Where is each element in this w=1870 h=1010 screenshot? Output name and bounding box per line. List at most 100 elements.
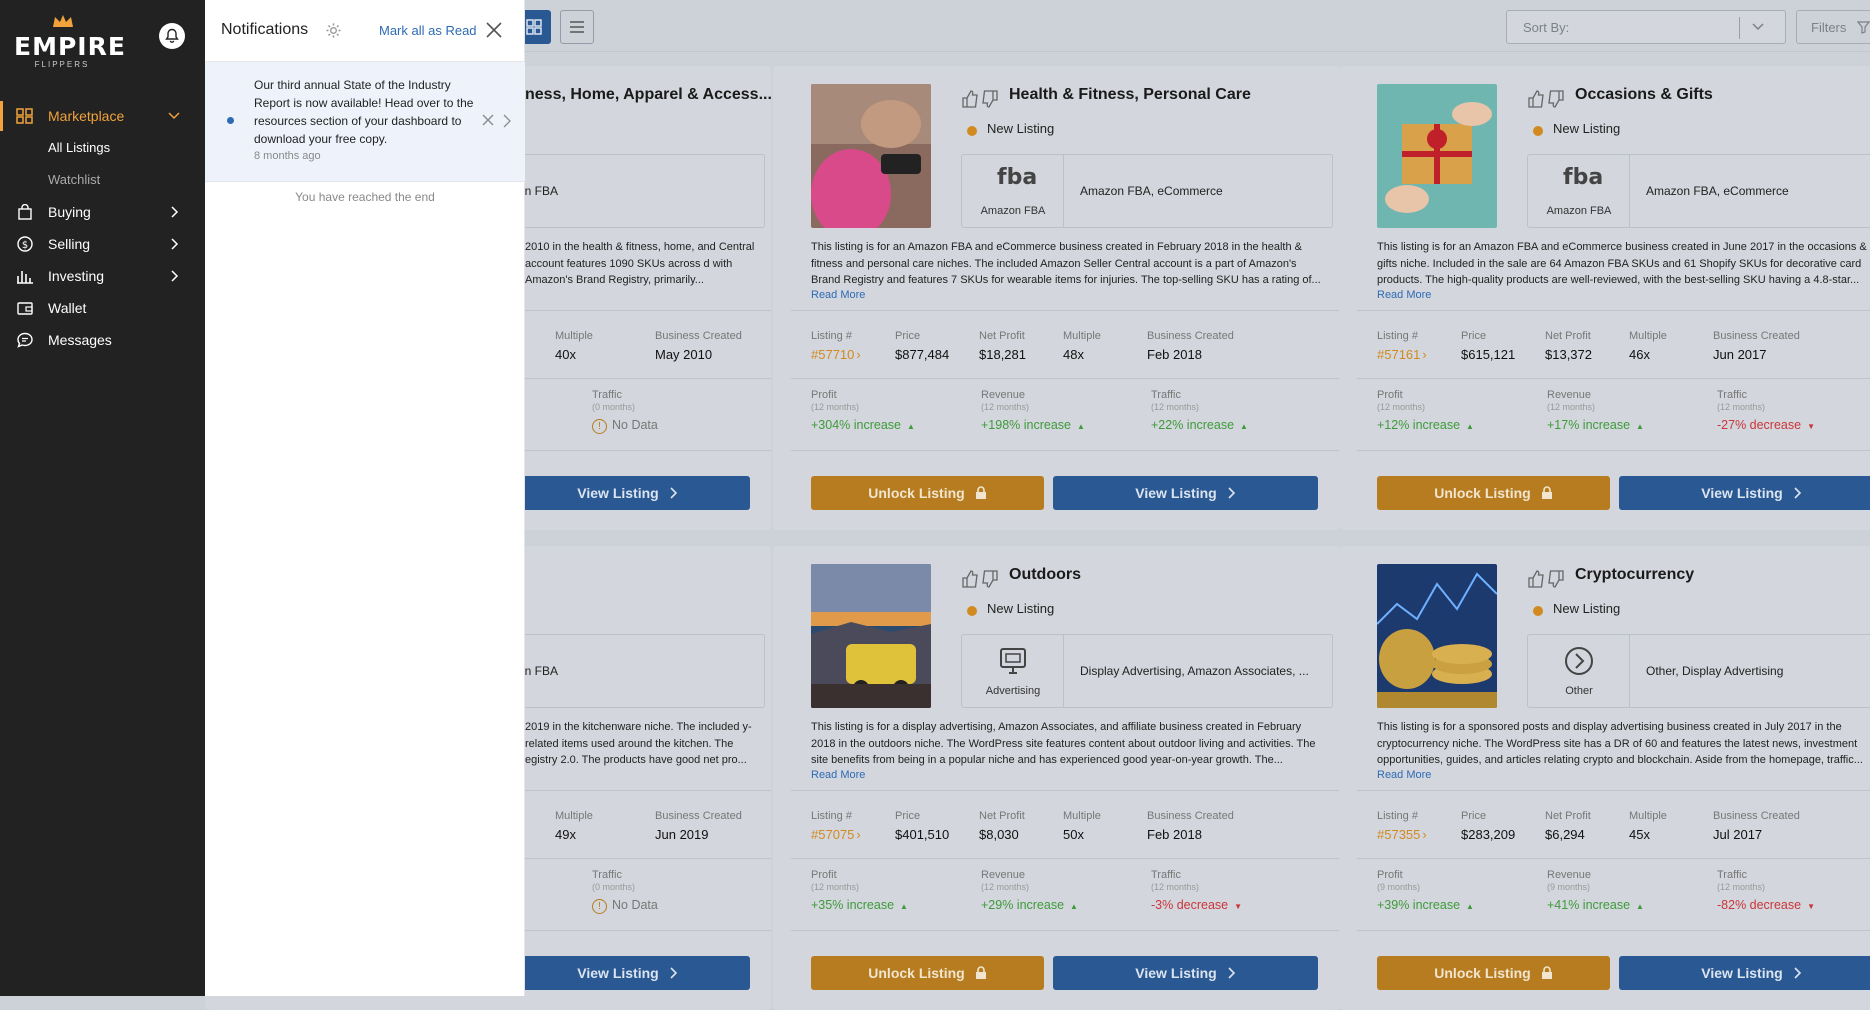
listing-card[interactable]: Cryptocurrency New Listing Other Other, Dis… bbox=[1339, 546, 1870, 1010]
growth-stat: Revenue (12 months) +29% increase ▲ bbox=[981, 869, 1078, 912]
notifications-bell-button[interactable] bbox=[159, 23, 185, 49]
monetization-icon-box: Other bbox=[1528, 635, 1630, 707]
nav-messages[interactable]: Messages bbox=[0, 325, 205, 355]
view-listing-button[interactable]: View Listing bbox=[505, 476, 750, 510]
growth-label: Revenue bbox=[981, 869, 1026, 881]
nav-watchlist[interactable]: Watchlist bbox=[48, 172, 100, 187]
dismiss-icon[interactable] bbox=[482, 114, 494, 126]
read-more-link[interactable]: Read More bbox=[1377, 769, 1431, 781]
listing-thumbnail[interactable] bbox=[1377, 84, 1497, 228]
listing-title[interactable]: Cryptocurrency bbox=[1575, 566, 1694, 584]
nav-all-listings[interactable]: All Listings bbox=[48, 140, 110, 155]
growth-period: (12 months) bbox=[1377, 402, 1426, 412]
growth-value-text: -3% decrease bbox=[1151, 898, 1229, 912]
increase-arrow-icon: ▲ bbox=[1070, 902, 1078, 911]
monetization-box: fba Amazon FBA Amazon FBA, eCommerce bbox=[961, 154, 1333, 228]
listing-description: This listing is for an Amazon FBA and eC… bbox=[811, 241, 1321, 287]
listing-stat: Multiple 40x bbox=[555, 330, 593, 362]
growth-value: +22% increase ▲ bbox=[1151, 418, 1248, 432]
filters-button[interactable]: Filters bbox=[1796, 10, 1870, 44]
list-view-button[interactable] bbox=[560, 10, 594, 44]
stat-value[interactable]: #57075 › bbox=[811, 827, 861, 842]
sort-select[interactable]: Sort By: bbox=[1506, 10, 1786, 44]
unlock-listing-button[interactable]: Unlock Listing bbox=[1377, 476, 1610, 510]
nav-investing-label: Investing bbox=[48, 268, 105, 284]
listing-title[interactable]: ness, Home, Apparel & Access... bbox=[525, 86, 771, 104]
growth-value-text: No Data bbox=[612, 898, 658, 912]
unlock-listing-button[interactable]: Unlock Listing bbox=[811, 476, 1044, 510]
stat-label: Price bbox=[1461, 810, 1487, 822]
monetization-icon-box: fba Amazon FBA bbox=[1528, 155, 1630, 227]
growth-value-text: +17% increase bbox=[1547, 418, 1631, 432]
view-listing-button[interactable]: View Listing bbox=[1053, 956, 1318, 990]
unlock-listing-button[interactable]: Unlock Listing bbox=[811, 956, 1044, 990]
notification-item[interactable]: Our third annual State of the Industry R… bbox=[205, 62, 525, 182]
gear-icon[interactable] bbox=[325, 22, 342, 39]
nav-wallet[interactable]: Wallet bbox=[0, 293, 205, 323]
read-more-link[interactable]: Read More bbox=[1377, 289, 1431, 301]
chevron-right-icon bbox=[1794, 487, 1801, 499]
stat-value-text: $615,121 bbox=[1461, 347, 1516, 362]
listing-thumbnail[interactable] bbox=[1377, 564, 1497, 708]
chevron-right-icon: › bbox=[1422, 827, 1427, 842]
chevron-right-icon bbox=[171, 238, 179, 250]
monetization-text: Amazon FBA, eCommerce bbox=[1080, 184, 1223, 198]
stat-label: Business Created bbox=[655, 810, 742, 822]
stat-value: $8,030 bbox=[979, 827, 1025, 842]
divider bbox=[1357, 790, 1870, 791]
listing-title[interactable]: Health & Fitness, Personal Care bbox=[1009, 86, 1251, 104]
listing-card[interactable]: Health & Fitness, Personal Care New Listi… bbox=[773, 66, 1339, 530]
stat-value-text: $283,209 bbox=[1461, 827, 1516, 842]
listing-thumbnail[interactable] bbox=[811, 564, 931, 708]
empire-flippers-logo[interactable]: EMPIRE FLIPPERS bbox=[14, 14, 125, 70]
view-listing-button[interactable]: View Listing bbox=[1053, 476, 1318, 510]
view-listing-button[interactable]: View Listing bbox=[1619, 476, 1870, 510]
thumbs-up-down-icon[interactable] bbox=[961, 570, 1001, 588]
view-listing-button[interactable]: View Listing bbox=[505, 956, 750, 990]
stat-value[interactable]: #57355 › bbox=[1377, 827, 1427, 842]
thumbs-up-down-icon[interactable] bbox=[1527, 570, 1567, 588]
listing-title[interactable]: Outdoors bbox=[1009, 566, 1081, 584]
listing-card[interactable]: Occasions & Gifts New Listing fba Amazon FB… bbox=[1339, 66, 1870, 530]
monetization-icon-label: Amazon FBA bbox=[1546, 205, 1612, 217]
increase-arrow-icon: ▲ bbox=[1077, 422, 1085, 431]
growth-value: +198% increase ▲ bbox=[981, 418, 1085, 432]
listing-stat: Price $283,209 bbox=[1461, 810, 1515, 842]
thumbs-up-down-icon[interactable] bbox=[1527, 90, 1567, 108]
growth-value: +35% increase ▲ bbox=[811, 898, 908, 912]
listing-stat: Business Created Jul 2017 bbox=[1713, 810, 1800, 842]
stat-value-text: 50x bbox=[1063, 827, 1084, 842]
stat-value[interactable]: #57710 › bbox=[811, 347, 861, 362]
mark-all-read-link[interactable]: Mark all as Read bbox=[379, 23, 477, 38]
divider bbox=[791, 378, 1339, 379]
stat-value-text: $8,030 bbox=[979, 827, 1019, 842]
growth-value: +17% increase ▲ bbox=[1547, 418, 1644, 432]
read-more-link[interactable]: Read More bbox=[811, 769, 865, 781]
growth-period: (0 months) bbox=[592, 882, 636, 892]
growth-value: ! No Data bbox=[592, 418, 658, 434]
lock-icon bbox=[1541, 486, 1552, 499]
read-more-link[interactable]: Read More bbox=[811, 289, 865, 301]
growth-stat: Revenue (12 months) +198% increase ▲ bbox=[981, 389, 1085, 432]
nav-selling[interactable]: $ Selling bbox=[0, 229, 205, 259]
listing-thumbnail[interactable] bbox=[811, 84, 931, 228]
listing-title[interactable]: Occasions & Gifts bbox=[1575, 86, 1713, 104]
thumbs-up-down-icon[interactable] bbox=[961, 90, 1001, 108]
notifications-title: Notifications bbox=[221, 21, 309, 38]
stat-label: Business Created bbox=[1713, 810, 1800, 822]
growth-value-text: +12% increase bbox=[1377, 418, 1461, 432]
nav-marketplace[interactable]: Marketplace bbox=[0, 101, 205, 131]
monetization-icon-box: Advertising bbox=[962, 635, 1064, 707]
close-icon[interactable] bbox=[485, 21, 503, 39]
divider bbox=[1357, 858, 1870, 859]
divider bbox=[791, 790, 1339, 791]
chevron-right-icon[interactable] bbox=[502, 114, 512, 128]
nav-buying[interactable]: Buying bbox=[0, 197, 205, 227]
nav-investing[interactable]: Investing bbox=[0, 261, 205, 291]
view-listing-button[interactable]: View Listing bbox=[1619, 956, 1870, 990]
listing-card[interactable]: Outdoors New Listing Advertising Display Ad… bbox=[773, 546, 1339, 1010]
stat-value[interactable]: #57161 › bbox=[1377, 347, 1427, 362]
divider bbox=[1357, 930, 1870, 931]
listing-stat: Multiple 49x bbox=[555, 810, 593, 842]
unlock-listing-button[interactable]: Unlock Listing bbox=[1377, 956, 1610, 990]
